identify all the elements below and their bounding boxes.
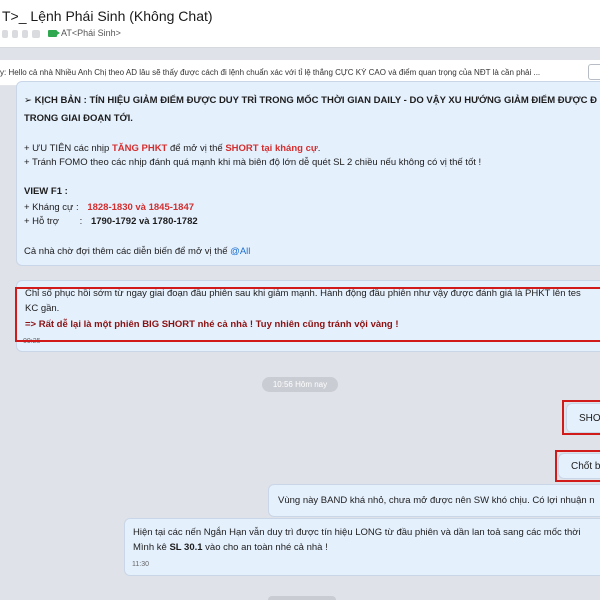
priority-line: + ƯU TIÊN các nhịp TĂNG PHKT để mở vị th…	[24, 143, 320, 154]
priority-text: để mở vị thế	[167, 143, 226, 154]
stop-loss-value: SL 30.1	[169, 542, 203, 553]
support-line: + Hỗ trợ : 1790-1792 và 1780-1782	[24, 216, 198, 227]
support-colon: :	[79, 216, 83, 227]
priority-highlight: SHORT tại kháng cự	[225, 143, 318, 154]
blurred-avatar	[12, 30, 18, 38]
message-text: Chốt b	[571, 461, 600, 472]
support-label: + Hỗ trợ	[24, 216, 60, 227]
message-time: 11:30	[132, 561, 149, 568]
message-time: 09:25	[23, 338, 41, 345]
message-bubble[interactable]: SHO	[566, 403, 600, 433]
scenario-line: TRONG GIAI ĐOẠN TỚI.	[24, 113, 133, 124]
message-line-bold: => Rất dễ lại là một phiên BIG SHORT nhé…	[25, 319, 399, 330]
banner-expand-button[interactable]	[588, 64, 600, 80]
message-text: SHO	[579, 413, 600, 424]
resistance-line: + Kháng cự : 1828-1830 và 1845-1847	[24, 202, 194, 213]
closing-line: Cả nhà chờ đợi thêm các diễn biến để mở …	[24, 246, 250, 257]
mention-all[interactable]: @All	[230, 246, 250, 257]
chat-header: T>_ Lệnh Phái Sinh (Không Chat) AT<Phái …	[0, 0, 600, 48]
resistance-value: 1828-1830 và 1845-1847	[87, 202, 195, 213]
resistance-label: + Kháng cự :	[24, 202, 79, 213]
blurred-avatar	[22, 30, 28, 38]
pinned-message-text: y: Hello cả nhà Nhiều Anh Chị theo AD lâ…	[0, 68, 541, 77]
closing-text: Cả nhà chờ đợi thêm các diễn biến để mở …	[24, 246, 231, 257]
message-text: Vùng này BAND khá nhỏ, chưa mở được nên …	[278, 495, 595, 506]
next-message-edge	[268, 596, 336, 600]
priority-text: + ƯU TIÊN các nhịp	[24, 143, 112, 154]
message-text: Mình kê	[133, 542, 170, 553]
message-bubble[interactable]: Vùng này BAND khá nhỏ, chưa mở được nên …	[268, 484, 600, 517]
message-list[interactable]: ➢ KỊCH BẢN : TÍN HIỆU GIẢM ĐIỂM ĐƯỢC DUY…	[0, 81, 600, 600]
date-divider: 10:56 Hôm nay	[262, 377, 338, 392]
priority-highlight: TĂNG PHKT	[111, 143, 168, 154]
support-value: 1790-1792 và 1780-1782	[90, 216, 198, 227]
blurred-avatar	[2, 30, 8, 38]
blurred-avatar	[32, 30, 40, 38]
priority-text: .	[317, 143, 321, 154]
message-bubble[interactable]: Chỉ số phục hồi sớm từ ngay giai đoạn đầ…	[16, 280, 600, 352]
message-line: Mình kê SL 30.1 vào cho an toàn nhé cả n…	[133, 542, 328, 553]
avoid-line: + Tránh FOMO theo các nhịp đánh quá mạnh…	[24, 157, 482, 168]
chat-tag[interactable]: AT<Phái Sinh>	[48, 28, 121, 38]
message-text: vào cho an toàn nhé cả nhà !	[202, 542, 328, 553]
view-label: VIEW F1 :	[24, 186, 68, 197]
message-line: KC gần.	[25, 303, 60, 314]
tag-icon	[48, 29, 60, 37]
tag-label: AT<Phái Sinh>	[61, 28, 121, 38]
message-bubble[interactable]: Chốt b	[558, 453, 600, 479]
message-bubble[interactable]: ➢ KỊCH BẢN : TÍN HIỆU GIẢM ĐIỂM ĐƯỢC DUY…	[16, 81, 600, 266]
message-line: Chỉ số phục hồi sớm từ ngay giai đoạn đầ…	[25, 288, 581, 299]
chat-title[interactable]: T>_ Lệnh Phái Sinh (Không Chat)	[2, 8, 213, 24]
message-bubble[interactable]: Hiện tại các nến Ngắn Hạn vẫn duy trì đư…	[124, 518, 600, 576]
message-line: Hiện tại các nến Ngắn Hạn vẫn duy trì đư…	[133, 527, 581, 538]
scenario-line: ➢ KỊCH BẢN : TÍN HIỆU GIẢM ĐIỂM ĐƯỢC DUY…	[24, 95, 597, 106]
